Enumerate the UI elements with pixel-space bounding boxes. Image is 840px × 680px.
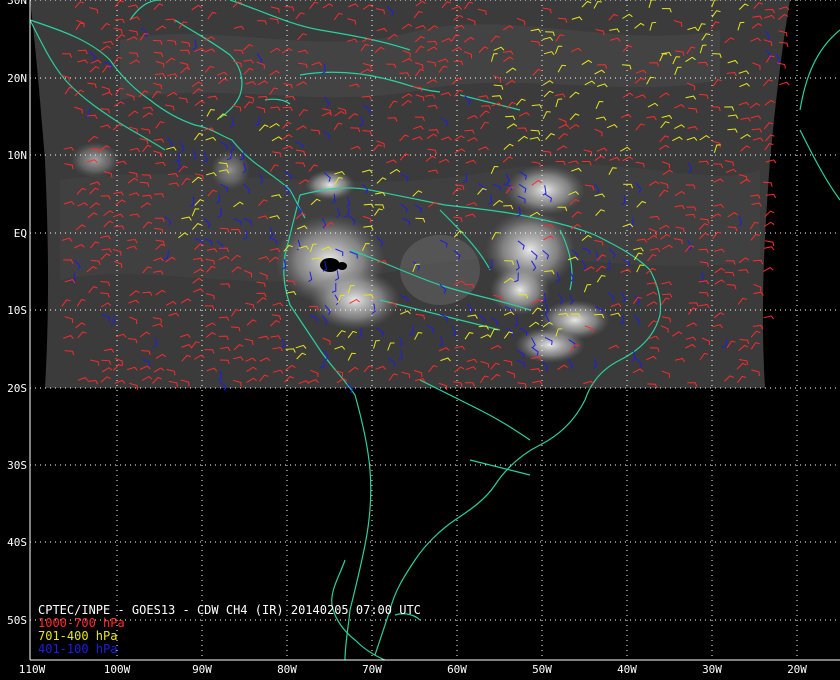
lon-label: 60W — [447, 663, 467, 676]
wind-map: 30N 20N 10N EQ 10S 20S 30S 40S 50S 110W 100W 90W 80… — [7, 0, 840, 676]
wind-barb — [779, 81, 790, 86]
lon-label: 80W — [277, 663, 297, 676]
lat-label: 30S — [7, 459, 27, 472]
latitude-labels: 30N 20N 10N EQ 10S 20S 30S 40S 50S — [7, 0, 27, 627]
wind-barb — [765, 240, 775, 247]
legend-high-level: 401-100 hPa — [38, 642, 118, 656]
lon-label: 20W — [787, 663, 807, 676]
lat-label: 10S — [7, 304, 27, 317]
lon-label: 40W — [617, 663, 637, 676]
lat-label: 30N — [7, 0, 27, 7]
lon-label: 50W — [532, 663, 552, 676]
lat-label: 40S — [7, 536, 27, 549]
lon-label: 100W — [104, 663, 131, 676]
lat-label: 20S — [7, 382, 27, 395]
lat-label: 20N — [7, 72, 27, 85]
longitude-labels: 110W 100W 90W 80W 70W 60W 50W 40W 30W 20W — [19, 663, 808, 676]
lon-label: 70W — [362, 663, 382, 676]
africa-coast-dark — [800, 30, 840, 200]
wind-barb — [763, 246, 775, 251]
lon-label: 90W — [192, 663, 212, 676]
lat-label: 10N — [7, 149, 27, 162]
wind-barb — [763, 266, 774, 272]
lat-label: 50S — [7, 614, 27, 627]
lat-label: EQ — [14, 227, 27, 240]
wind-barb — [763, 315, 775, 320]
lon-label: 30W — [702, 663, 722, 676]
lon-label: 110W — [19, 663, 46, 676]
